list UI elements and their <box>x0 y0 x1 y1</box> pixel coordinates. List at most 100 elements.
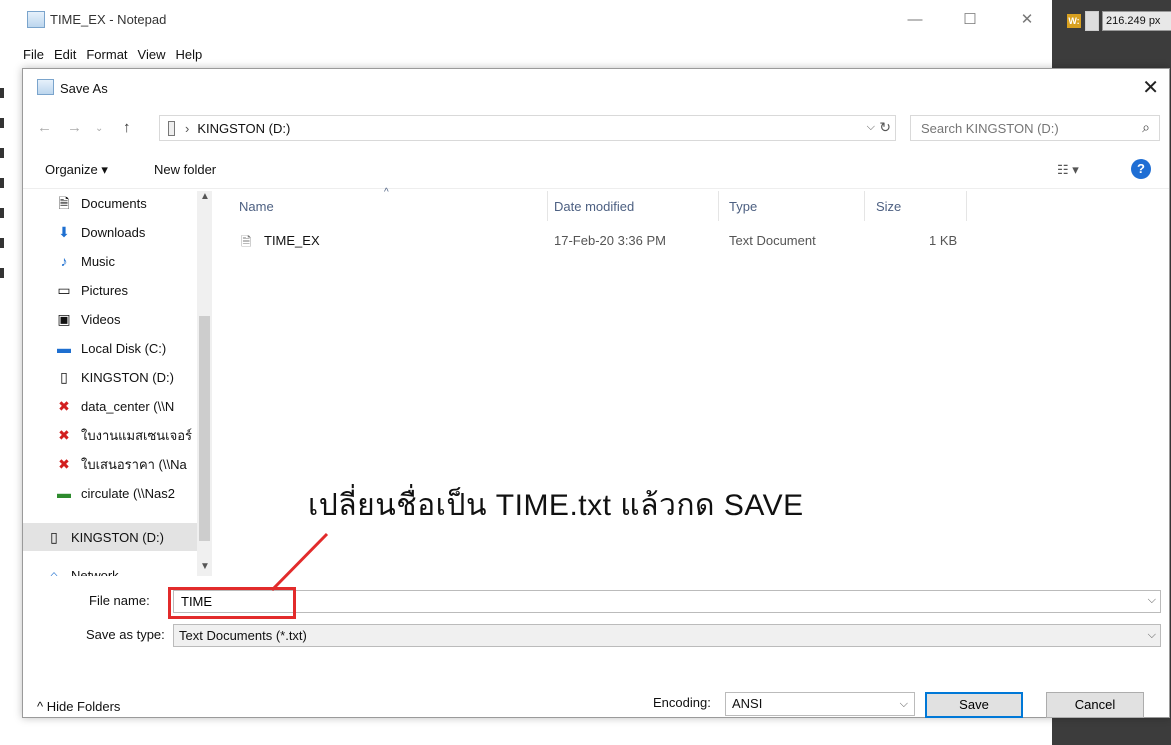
notepad-titlebar: TIME_EX - Notepad — ☐ ✕ <box>0 0 1060 42</box>
encoding-value: ANSI <box>732 696 763 711</box>
videos-icon: ▣ <box>57 311 71 327</box>
nav-item-documents[interactable]: 🗎 Documents <box>23 191 197 217</box>
up-arrow-icon[interactable]: ↑ <box>123 119 131 136</box>
nav-item-label: Music <box>81 253 115 269</box>
scroll-thumb[interactable] <box>199 316 210 541</box>
nav-item-local-disk[interactable]: ▬ Local Disk (C:) <box>23 334 197 362</box>
notepad-menubar: File Edit Format View Help <box>0 45 202 67</box>
nav-item-music[interactable]: ♪ Music <box>23 247 197 275</box>
nav-item-messenger-sheet[interactable]: ✖ ใบงานแมสเซนเจอร์ <box>23 421 197 449</box>
width-label: W: <box>1067 14 1081 28</box>
search-box[interactable]: ⌕ <box>910 115 1160 141</box>
file-type: Text Document <box>729 233 816 248</box>
downloads-icon: ⬇ <box>58 224 70 240</box>
chevron-down-icon[interactable]: ⌵ <box>900 693 908 715</box>
music-icon: ♪ <box>60 253 68 269</box>
nav-item-label: Pictures <box>81 282 128 298</box>
local-disk-icon: ▬ <box>57 340 71 356</box>
menu-file[interactable]: File <box>23 45 44 67</box>
help-icon[interactable]: ? <box>1131 159 1151 179</box>
pictures-icon: ▭ <box>57 282 71 298</box>
nav-item-kingston-selected[interactable]: ▯ KINGSTON (D:) <box>23 523 209 551</box>
usb-drive-icon: ▯ <box>60 369 68 385</box>
file-row[interactable]: 🗎 TIME_EX 17-Feb-20 3:36 PM Text Documen… <box>214 229 974 253</box>
usb-drive-icon: ▯ <box>50 529 58 545</box>
nav-item-label: data_center (\\N <box>81 398 175 414</box>
dialog-toolbar: Organize ▾ New folder ☷ ▾ ? <box>23 153 1169 189</box>
address-row: ← → ⌄ ↑ › KINGSTON (D:) ⌵ ↻ ⌕ <box>23 113 1169 143</box>
width-value[interactable]: 216.249 px <box>1102 11 1171 31</box>
maximize-button[interactable]: ☐ <box>955 10 985 30</box>
nav-item-label: ใบเสนอราคา (\\Na <box>81 456 187 472</box>
nav-item-label: Network <box>71 567 119 577</box>
notepad-title: TIME_EX - Notepad <box>50 12 167 27</box>
network-icon: ⌂ <box>49 567 59 576</box>
nav-item-network[interactable]: ⌂ Network <box>23 561 197 576</box>
file-name-field[interactable]: ⌵ <box>173 590 1161 613</box>
recent-chevron-icon[interactable]: ⌄ <box>95 123 103 134</box>
column-header-size[interactable]: Size <box>876 199 901 214</box>
nav-item-label: KINGSTON (D:) <box>71 529 164 545</box>
chevron-down-icon[interactable]: ⌵ <box>1148 594 1156 607</box>
address-bar[interactable]: › KINGSTON (D:) ⌵ ↻ <box>159 115 896 141</box>
nav-item-pictures[interactable]: ▭ Pictures <box>23 276 197 304</box>
save-type-select[interactable]: Text Documents (*.txt) ⌵ <box>173 624 1161 647</box>
dialog-close-button[interactable]: ✕ <box>1142 75 1159 100</box>
scroll-down-icon[interactable]: ▼ <box>200 561 210 572</box>
column-header-date[interactable]: Date modified <box>554 199 634 214</box>
cancel-button[interactable]: Cancel <box>1046 692 1144 718</box>
encoding-select[interactable]: ANSI ⌵ <box>725 692 915 716</box>
forward-arrow-icon[interactable]: → <box>67 119 82 136</box>
nav-item-label: ใบงานแมสเซนเจอร์ <box>81 427 193 443</box>
back-arrow-icon[interactable]: ← <box>37 119 52 136</box>
file-name-input[interactable] <box>174 591 1124 612</box>
chevron-down-icon[interactable]: ⌵ <box>1148 625 1156 646</box>
notepad-icon <box>27 11 45 28</box>
nav-item-downloads[interactable]: ⬇ Downloads <box>23 218 197 246</box>
file-name-label: File name: <box>89 593 150 608</box>
dialog-icon <box>37 79 54 95</box>
network-drive-disconnected-icon: ✖ <box>58 398 70 414</box>
nav-item-kingston[interactable]: ▯ KINGSTON (D:) <box>23 363 197 391</box>
column-header-name[interactable]: Name <box>239 199 274 214</box>
nav-item-data-center[interactable]: ✖ data_center (\\N <box>23 392 197 420</box>
network-drive-disconnected-icon: ✖ <box>58 456 70 472</box>
search-input[interactable] <box>921 116 1121 140</box>
dialog-title: Save As <box>60 81 108 96</box>
save-as-dialog: Save As ✕ ← → ⌄ ↑ › KINGSTON (D:) ⌵ ↻ ⌕ … <box>22 68 1170 718</box>
documents-icon: 🗎 <box>58 195 70 211</box>
new-folder-button[interactable]: New folder <box>154 162 216 177</box>
menu-edit[interactable]: Edit <box>54 45 76 67</box>
scroll-up-icon[interactable]: ▲ <box>200 191 210 202</box>
minimize-button[interactable]: — <box>900 10 930 30</box>
sort-ascending-icon: ^ <box>384 187 389 198</box>
nav-item-circulate[interactable]: ▬ circulate (\\Nas2 <box>23 479 197 507</box>
nav-item-label: circulate (\\Nas2 <box>81 485 175 501</box>
save-button[interactable]: Save <box>925 692 1023 718</box>
hide-folders-button[interactable]: ^ Hide Folders <box>37 699 120 714</box>
network-drive-icon: ▬ <box>57 485 71 501</box>
breadcrumb-chevron-icon: › <box>185 120 190 136</box>
breadcrumb[interactable]: KINGSTON (D:) <box>197 121 290 136</box>
save-type-value: Text Documents (*.txt) <box>179 628 307 643</box>
menu-format[interactable]: Format <box>86 45 127 67</box>
menu-help[interactable]: Help <box>175 45 202 67</box>
instruction-callout: เปลี่ยนชื่อเป็น TIME.txt แล้วกด SAVE <box>308 489 804 522</box>
nav-item-quotation[interactable]: ✖ ใบเสนอราคา (\\Na <box>23 450 197 478</box>
chevron-down-icon[interactable]: ⌵ <box>867 121 875 134</box>
refresh-icon[interactable]: ↻ <box>879 119 891 136</box>
organize-button[interactable]: Organize ▾ <box>45 162 108 178</box>
menu-view[interactable]: View <box>138 45 166 67</box>
nav-scrollbar[interactable]: ▲ ▼ <box>197 191 212 576</box>
dialog-titlebar: Save As ✕ <box>23 69 1169 105</box>
column-header-type[interactable]: Type <box>729 199 757 214</box>
view-options-icon[interactable]: ☷ ▾ <box>1057 162 1079 178</box>
drive-icon <box>168 120 175 136</box>
width-spinner[interactable] <box>1085 11 1099 31</box>
nav-item-videos[interactable]: ▣ Videos <box>23 305 197 333</box>
save-controls: File name: ⌵ Save as type: Text Document… <box>23 581 1169 719</box>
encoding-label: Encoding: <box>653 695 711 710</box>
close-window-button[interactable]: ✕ <box>1012 10 1042 30</box>
navigation-pane: 🗎 Documents ⬇ Downloads ♪ Music ▭ Pictures ▣… <box>23 191 213 576</box>
search-icon[interactable]: ⌕ <box>1142 119 1150 136</box>
